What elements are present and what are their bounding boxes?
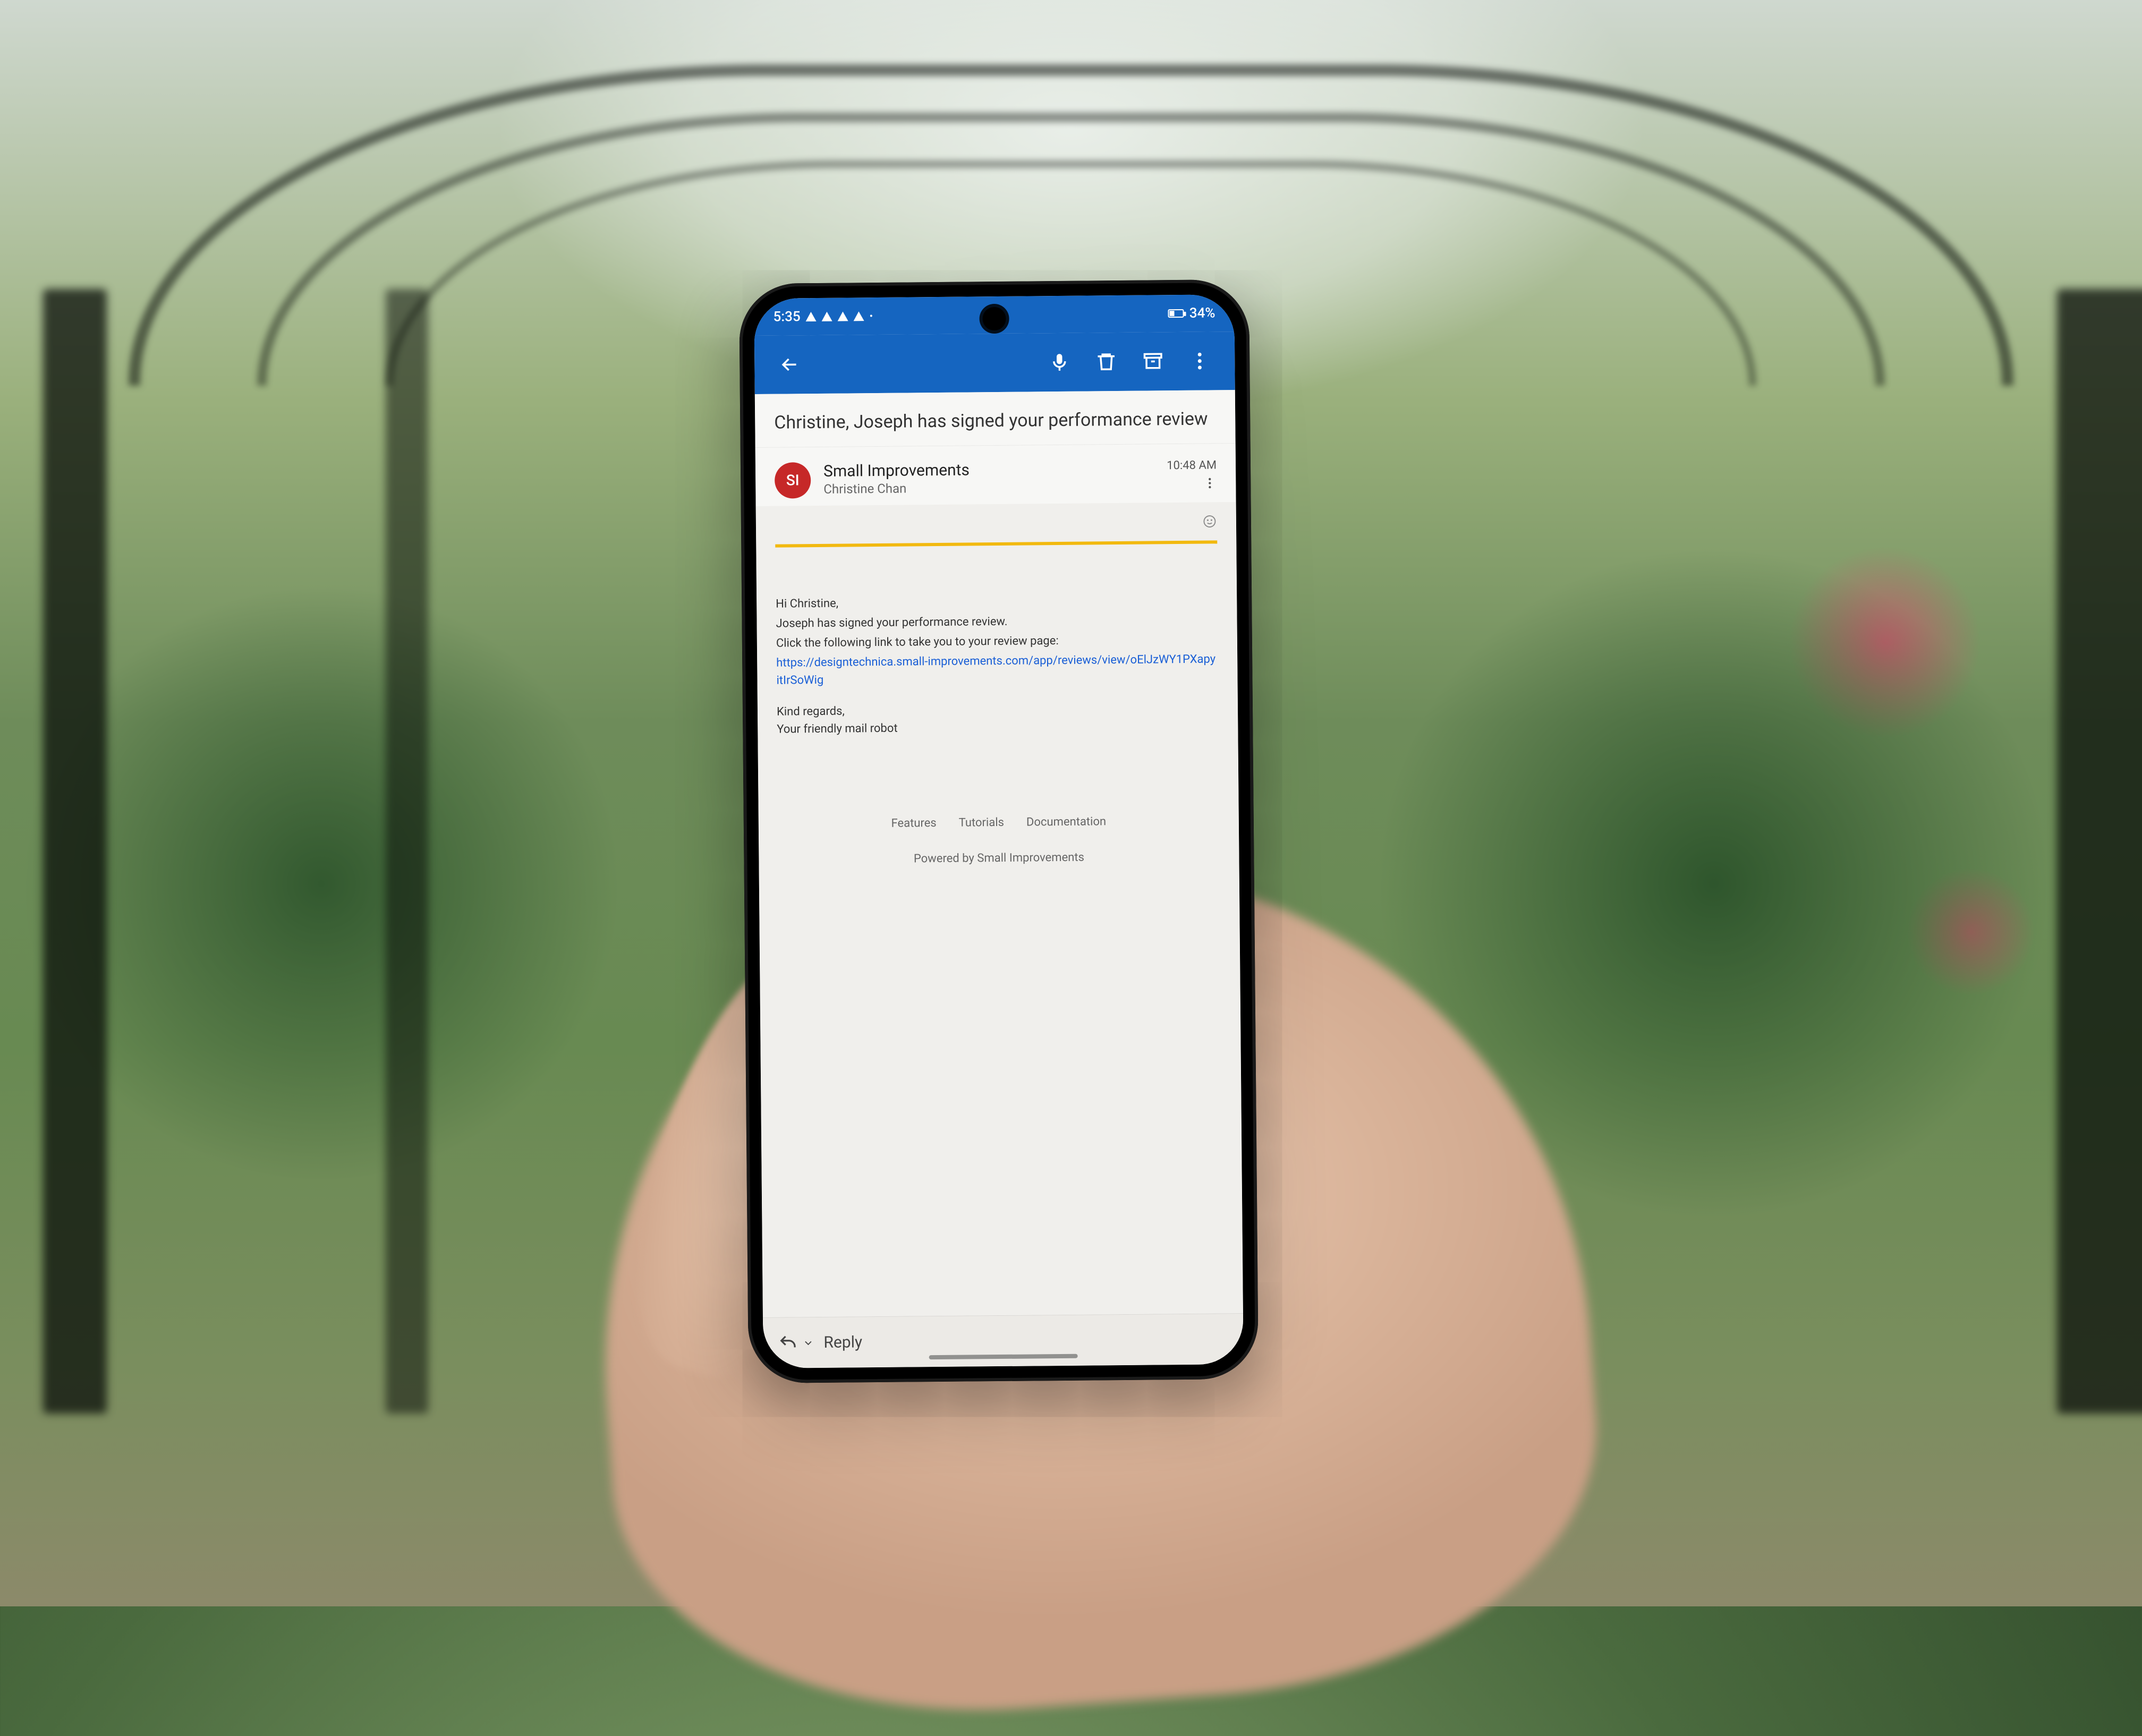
notification-icon xyxy=(806,312,817,321)
body-closing: Your friendly mail robot xyxy=(777,717,1219,738)
notification-more-icon: • xyxy=(870,311,873,322)
sender-name: Small Improvements xyxy=(823,459,1154,480)
notification-icon xyxy=(822,312,832,321)
body-line: Joseph has signed your performance revie… xyxy=(776,611,1218,632)
notification-icon xyxy=(838,311,848,321)
sender-row[interactable]: SI Small Improvements Christine Chan 10:… xyxy=(755,444,1236,506)
battery-icon xyxy=(1168,309,1184,318)
trellis-post xyxy=(2057,289,2142,1414)
chevron-down-icon xyxy=(802,1337,814,1349)
app-toolbar xyxy=(754,331,1235,394)
overflow-menu-button[interactable] xyxy=(1179,341,1220,381)
status-time: 5:35 xyxy=(773,309,800,325)
camera-punch-hole xyxy=(982,307,1006,330)
trellis-post xyxy=(43,289,107,1414)
footer-links: Features Tutorials Documentation xyxy=(778,814,1220,831)
kebab-icon xyxy=(1203,476,1217,490)
powered-by: Powered by Small Improvements xyxy=(778,849,1220,866)
body-text: Hi Christine, Joseph has signed your per… xyxy=(776,591,1219,738)
microphone-icon xyxy=(1048,351,1070,373)
subject-text: Christine, Joseph has signed your perfor… xyxy=(774,407,1216,435)
email-subject: Christine, Joseph has signed your perfor… xyxy=(755,390,1236,448)
phone-frame: 5:35 • 34% xyxy=(739,279,1259,1383)
body-greeting: Hi Christine, xyxy=(776,591,1218,612)
avatar: SI xyxy=(775,462,811,499)
battery-pct: 34% xyxy=(1189,305,1216,321)
arrow-left-icon xyxy=(778,353,801,376)
footer-link-features[interactable]: Features xyxy=(891,816,936,830)
archive-button[interactable] xyxy=(1133,341,1174,382)
voice-button[interactable] xyxy=(1039,342,1080,383)
kebab-icon xyxy=(1188,350,1211,372)
back-button[interactable] xyxy=(769,344,810,385)
phone-screen: 5:35 • 34% xyxy=(754,294,1244,1368)
reply-label: Reply xyxy=(823,1333,862,1352)
sender-time: 10:48 AM xyxy=(1167,458,1217,472)
email-body[interactable]: Hi Christine, Joseph has signed your per… xyxy=(756,502,1243,1317)
sender-recipient: Christine Chan xyxy=(823,479,1154,496)
reply-icon xyxy=(778,1333,798,1353)
scene-background: 5:35 • 34% xyxy=(0,0,2142,1606)
trellis-post xyxy=(386,289,428,1414)
footer-link-tutorials[interactable]: Tutorials xyxy=(959,816,1004,830)
review-link[interactable]: https://designtechnica.small-improvement… xyxy=(776,652,1216,687)
archive-icon xyxy=(1142,350,1164,372)
notification-icon xyxy=(854,311,864,321)
delete-button[interactable] xyxy=(1086,342,1127,382)
body-line: Click the following link to take you to … xyxy=(776,631,1218,652)
footer-link-documentation[interactable]: Documentation xyxy=(1026,815,1106,829)
reply-bar[interactable]: Reply xyxy=(763,1313,1244,1368)
message-menu-button[interactable] xyxy=(1203,476,1217,492)
trash-icon xyxy=(1095,351,1117,373)
smiley-icon xyxy=(1202,514,1217,529)
